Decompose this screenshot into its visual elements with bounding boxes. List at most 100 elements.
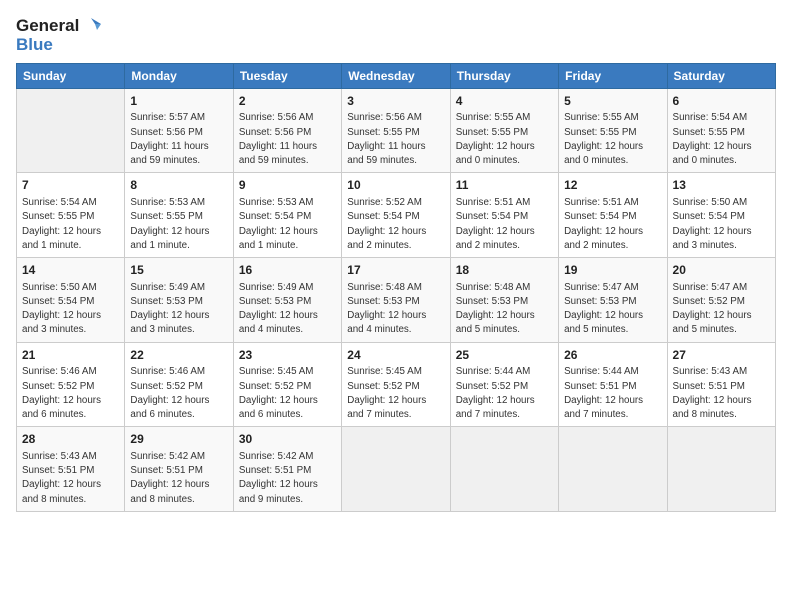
day-number: 5 (564, 93, 661, 110)
calendar-cell: 23Sunrise: 5:45 AM Sunset: 5:52 PM Dayli… (233, 342, 341, 427)
day-number: 28 (22, 431, 119, 448)
calendar-cell: 27Sunrise: 5:43 AM Sunset: 5:51 PM Dayli… (667, 342, 775, 427)
day-number: 12 (564, 177, 661, 194)
day-number: 20 (673, 262, 770, 279)
day-number: 14 (22, 262, 119, 279)
day-header-wednesday: Wednesday (342, 63, 450, 88)
calendar-cell: 1Sunrise: 5:57 AM Sunset: 5:56 PM Daylig… (125, 88, 233, 173)
day-info: Sunrise: 5:50 AM Sunset: 5:54 PM Dayligh… (22, 281, 119, 338)
day-info: Sunrise: 5:44 AM Sunset: 5:52 PM Dayligh… (456, 365, 553, 422)
day-number: 3 (347, 93, 444, 110)
calendar-cell: 28 Sunrise: 5:43 AM Sunset: 5:51 PM Dayli… (17, 427, 125, 512)
day-number: 11 (456, 177, 553, 194)
calendar-cell: 20Sunrise: 5:47 AM Sunset: 5:52 PM Dayli… (667, 257, 775, 342)
day-info: Sunrise: 5:44 AM Sunset: 5:51 PM Dayligh… (564, 365, 661, 422)
day-number: 29 (130, 431, 227, 448)
day-number: 13 (673, 177, 770, 194)
day-header-tuesday: Tuesday (233, 63, 341, 88)
calendar-cell: 25Sunrise: 5:44 AM Sunset: 5:52 PM Dayli… (450, 342, 558, 427)
logo-container: General Blue (16, 16, 101, 55)
day-number: 18 (456, 262, 553, 279)
day-number: 22 (130, 347, 227, 364)
calendar-cell: 14 Sunrise: 5:50 AM Sunset: 5:54 PM Dayli… (17, 257, 125, 342)
day-number: 23 (239, 347, 336, 364)
day-info: Sunrise: 5:42 AM Sunset: 5:51 PM Dayligh… (239, 450, 336, 507)
day-number: 7 (22, 177, 119, 194)
day-header-thursday: Thursday (450, 63, 558, 88)
calendar-cell: 7Sunrise: 5:54 AM Sunset: 5:55 PM Daylig… (17, 173, 125, 258)
calendar-cell: 15 Sunrise: 5:49 AM Sunset: 5:53 PM Dayli… (125, 257, 233, 342)
day-number: 1 (130, 93, 227, 110)
day-info: Sunrise: 5:48 AM Sunset: 5:53 PM Dayligh… (347, 281, 444, 338)
day-info: Sunrise: 5:43 AM Sunset: 5:51 PM Dayligh… (22, 450, 119, 507)
logo-blue: Blue (16, 36, 101, 55)
day-number: 15 (130, 262, 227, 279)
calendar-cell (667, 427, 775, 512)
calendar-week-1: 1Sunrise: 5:57 AM Sunset: 5:56 PM Daylig… (17, 88, 776, 173)
day-number: 9 (239, 177, 336, 194)
day-info: Sunrise: 5:54 AM Sunset: 5:55 PM Dayligh… (673, 111, 770, 168)
day-info: Sunrise: 5:53 AM Sunset: 5:54 PM Dayligh… (239, 196, 336, 253)
day-header-monday: Monday (125, 63, 233, 88)
calendar-week-4: 21Sunrise: 5:46 AM Sunset: 5:52 PM Dayli… (17, 342, 776, 427)
day-info: Sunrise: 5:46 AM Sunset: 5:52 PM Dayligh… (130, 365, 227, 422)
day-info: Sunrise: 5:48 AM Sunset: 5:53 PM Dayligh… (456, 281, 553, 338)
calendar-cell: 13 Sunrise: 5:50 AM Sunset: 5:54 PM Dayli… (667, 173, 775, 258)
day-header-sunday: Sunday (17, 63, 125, 88)
day-info: Sunrise: 5:55 AM Sunset: 5:55 PM Dayligh… (456, 111, 553, 168)
day-info: Sunrise: 5:55 AM Sunset: 5:55 PM Dayligh… (564, 111, 661, 168)
day-number: 6 (673, 93, 770, 110)
calendar-cell: 18 Sunrise: 5:48 AM Sunset: 5:53 PM Dayli… (450, 257, 558, 342)
day-header-friday: Friday (559, 63, 667, 88)
day-info: Sunrise: 5:50 AM Sunset: 5:54 PM Dayligh… (673, 196, 770, 253)
day-info: Sunrise: 5:45 AM Sunset: 5:52 PM Dayligh… (347, 365, 444, 422)
calendar-week-5: 28 Sunrise: 5:43 AM Sunset: 5:51 PM Dayli… (17, 427, 776, 512)
calendar-cell: 12Sunrise: 5:51 AM Sunset: 5:54 PM Dayli… (559, 173, 667, 258)
day-info: Sunrise: 5:45 AM Sunset: 5:52 PM Dayligh… (239, 365, 336, 422)
calendar-cell: 19 Sunrise: 5:47 AM Sunset: 5:53 PM Dayli… (559, 257, 667, 342)
day-number: 21 (22, 347, 119, 364)
day-info: Sunrise: 5:49 AM Sunset: 5:53 PM Dayligh… (239, 281, 336, 338)
calendar-cell: 3Sunrise: 5:56 AM Sunset: 5:55 PM Daylig… (342, 88, 450, 173)
day-info: Sunrise: 5:52 AM Sunset: 5:54 PM Dayligh… (347, 196, 444, 253)
calendar-cell: 8 Sunrise: 5:53 AM Sunset: 5:55 PM Daylig… (125, 173, 233, 258)
calendar-cell: 11 Sunrise: 5:51 AM Sunset: 5:54 PM Dayli… (450, 173, 558, 258)
calendar-cell: 16 Sunrise: 5:49 AM Sunset: 5:53 PM Dayli… (233, 257, 341, 342)
day-info: Sunrise: 5:49 AM Sunset: 5:53 PM Dayligh… (130, 281, 227, 338)
calendar-cell: 4Sunrise: 5:55 AM Sunset: 5:55 PM Daylig… (450, 88, 558, 173)
day-number: 30 (239, 431, 336, 448)
calendar-cell: 24Sunrise: 5:45 AM Sunset: 5:52 PM Dayli… (342, 342, 450, 427)
calendar-cell: 22Sunrise: 5:46 AM Sunset: 5:52 PM Dayli… (125, 342, 233, 427)
logo-bird-icon (81, 16, 101, 36)
page-header: General Blue (16, 16, 776, 55)
calendar-cell (559, 427, 667, 512)
calendar-header: SundayMondayTuesdayWednesdayThursdayFrid… (17, 63, 776, 88)
day-number: 4 (456, 93, 553, 110)
calendar-cell: 26Sunrise: 5:44 AM Sunset: 5:51 PM Dayli… (559, 342, 667, 427)
logo: General Blue (16, 16, 101, 55)
calendar-cell: 5Sunrise: 5:55 AM Sunset: 5:55 PM Daylig… (559, 88, 667, 173)
calendar-cell: 9 Sunrise: 5:53 AM Sunset: 5:54 PM Daylig… (233, 173, 341, 258)
day-info: Sunrise: 5:46 AM Sunset: 5:52 PM Dayligh… (22, 365, 119, 422)
calendar-cell: 21Sunrise: 5:46 AM Sunset: 5:52 PM Dayli… (17, 342, 125, 427)
calendar-cell: 30 Sunrise: 5:42 AM Sunset: 5:51 PM Dayli… (233, 427, 341, 512)
day-number: 19 (564, 262, 661, 279)
day-number: 17 (347, 262, 444, 279)
day-info: Sunrise: 5:51 AM Sunset: 5:54 PM Dayligh… (456, 196, 553, 253)
calendar-week-3: 14 Sunrise: 5:50 AM Sunset: 5:54 PM Dayli… (17, 257, 776, 342)
day-number: 24 (347, 347, 444, 364)
day-info: Sunrise: 5:47 AM Sunset: 5:53 PM Dayligh… (564, 281, 661, 338)
day-info: Sunrise: 5:56 AM Sunset: 5:55 PM Dayligh… (347, 111, 444, 168)
day-number: 8 (130, 177, 227, 194)
logo-general: General (16, 17, 79, 36)
day-info: Sunrise: 5:56 AM Sunset: 5:56 PM Dayligh… (239, 111, 336, 168)
day-info: Sunrise: 5:53 AM Sunset: 5:55 PM Dayligh… (130, 196, 227, 253)
day-number: 16 (239, 262, 336, 279)
day-number: 2 (239, 93, 336, 110)
calendar-table: SundayMondayTuesdayWednesdayThursdayFrid… (16, 63, 776, 512)
calendar-week-2: 7Sunrise: 5:54 AM Sunset: 5:55 PM Daylig… (17, 173, 776, 258)
day-info: Sunrise: 5:42 AM Sunset: 5:51 PM Dayligh… (130, 450, 227, 507)
day-number: 27 (673, 347, 770, 364)
calendar-cell: 6Sunrise: 5:54 AM Sunset: 5:55 PM Daylig… (667, 88, 775, 173)
day-number: 10 (347, 177, 444, 194)
